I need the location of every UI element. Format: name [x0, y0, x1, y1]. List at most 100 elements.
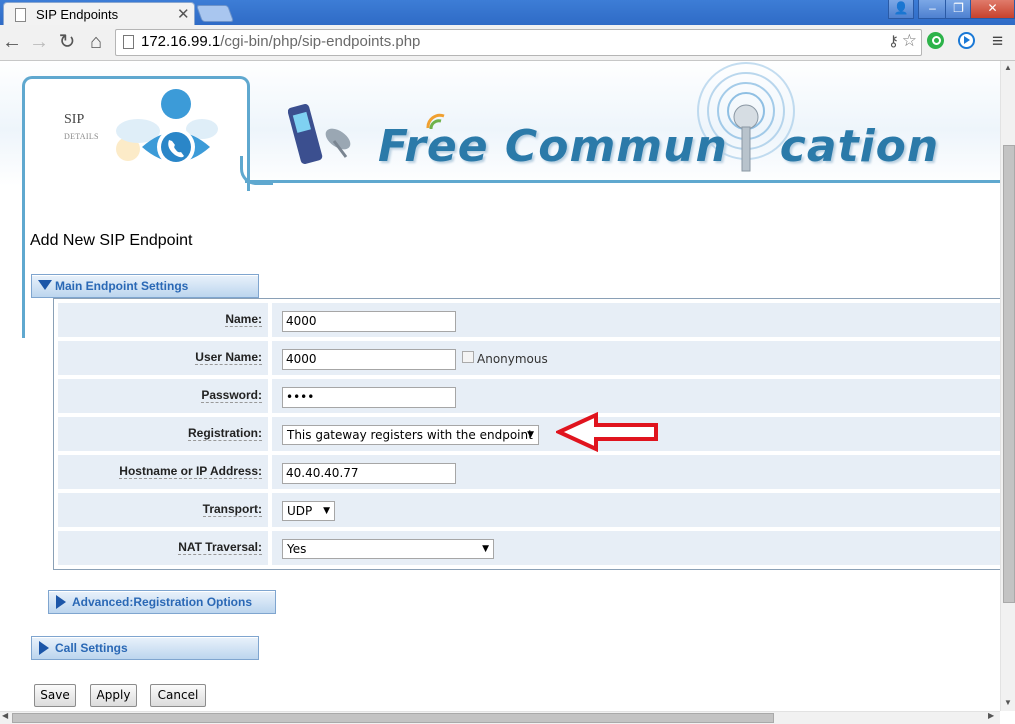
registration-select[interactable]: This gateway registers with the endpoint…	[282, 425, 539, 445]
row-username: User Name: 4000 Anonymous	[58, 341, 1000, 375]
page-viewport: SIP DETAILS Free Commun cation Add New S…	[0, 61, 1000, 711]
scroll-left-icon[interactable]: ◀	[2, 711, 8, 720]
main-settings-panel: Name: 4000 User Name: 4000 Anonymous Pas…	[53, 298, 1000, 570]
label-cell: Password:	[58, 379, 268, 413]
browser-tab[interactable]: SIP Endpoints ✕	[3, 2, 195, 26]
red-arrow-annotation	[556, 411, 658, 453]
brand-right: cation	[779, 121, 940, 172]
browser-tabstrip: SIP Endpoints ✕ 👤 – ❐ ✕	[0, 0, 1015, 26]
name-input[interactable]: 4000	[282, 311, 456, 332]
registration-label: Registration:	[187, 426, 262, 441]
logo-title: SIP	[64, 112, 85, 127]
value-cell: 4000 Anonymous	[272, 341, 1000, 375]
expanded-triangle-icon	[38, 280, 52, 290]
new-tab-button[interactable]	[195, 5, 235, 22]
brand-left: Free Commun	[378, 121, 728, 172]
label-cell: Name:	[58, 303, 268, 337]
label-cell: Hostname or IP Address:	[58, 455, 268, 489]
registration-value: This gateway registers with the endpoint	[287, 428, 533, 442]
url-path: /cgi-bin/php/sip-endpoints.php	[220, 33, 421, 50]
scroll-right-icon[interactable]: ▶	[988, 711, 994, 720]
url-text[interactable]: 172.16.99.1/cgi-bin/php/sip-endpoints.ph…	[141, 33, 420, 50]
banner-divider	[245, 180, 1000, 183]
extension-play-icon[interactable]	[958, 32, 975, 49]
user-profile-button[interactable]: 👤	[888, 0, 914, 19]
hostname-label: Hostname or IP Address:	[119, 464, 262, 479]
page-info-icon[interactable]	[123, 35, 134, 49]
collapsed-triangle-icon	[39, 641, 49, 655]
section-label: Main Endpoint Settings	[55, 279, 189, 293]
username-label: User Name:	[195, 350, 262, 365]
cancel-button[interactable]: Cancel	[150, 684, 206, 707]
hostname-input[interactable]: 40.40.40.77	[282, 463, 456, 484]
nat-select[interactable]: Yes ▼	[282, 539, 494, 559]
username-input[interactable]: 4000	[282, 349, 456, 370]
horizontal-scrollbar[interactable]: ◀ ▶	[0, 711, 1000, 724]
value-cell: Yes ▼	[272, 531, 1000, 565]
browser-toolbar: ← → ↻ ⌂ 172.16.99.1/cgi-bin/php/sip-endp…	[0, 25, 1015, 61]
collapsed-triangle-icon	[56, 595, 66, 609]
value-cell: 4000	[272, 303, 1000, 337]
transport-label: Transport:	[202, 502, 262, 517]
maximize-button[interactable]: ❐	[945, 0, 972, 19]
dropdown-caret-icon: ▼	[323, 506, 330, 516]
header-banner: SIP DETAILS Free Commun cation	[0, 61, 1000, 191]
anonymous-label: Anonymous	[477, 352, 548, 366]
horizontal-scroll-thumb[interactable]	[12, 713, 774, 723]
label-cell: Registration:	[58, 417, 268, 451]
vertical-scrollbar[interactable]: ▲ ▼	[1000, 61, 1015, 711]
key-icon[interactable]: ⚷	[888, 32, 899, 50]
row-password: Password: ••••	[58, 379, 1000, 413]
password-input[interactable]: ••••	[282, 387, 456, 408]
label-cell: NAT Traversal:	[58, 531, 268, 565]
value-cell: ••••	[272, 379, 1000, 413]
anonymous-checkbox[interactable]	[462, 351, 474, 363]
label-cell: User Name:	[58, 341, 268, 375]
logo-subtitle: DETAILS	[64, 132, 99, 141]
section-label: Call Settings	[55, 641, 128, 655]
value-cell: UDP ▼	[272, 493, 1000, 527]
label-cell: Transport:	[58, 493, 268, 527]
bookmark-star-icon[interactable]: ☆	[902, 31, 917, 51]
section-main-endpoint-settings[interactable]: Main Endpoint Settings	[31, 274, 259, 298]
apply-button[interactable]: Apply	[90, 684, 137, 707]
tab-title: SIP Endpoints	[36, 7, 119, 22]
value-cell: 40.40.40.77	[272, 455, 1000, 489]
row-transport: Transport: UDP ▼	[58, 493, 1000, 527]
page-title: Add New SIP Endpoint	[30, 232, 193, 249]
forward-button[interactable]: →	[27, 30, 51, 54]
minimize-button[interactable]: –	[918, 0, 947, 19]
dropdown-caret-icon: ▼	[482, 544, 489, 554]
name-label: Name:	[225, 312, 262, 327]
transport-select[interactable]: UDP ▼	[282, 501, 335, 521]
page-icon	[15, 8, 26, 22]
home-button[interactable]: ⌂	[84, 30, 108, 54]
nat-value: Yes	[287, 542, 307, 556]
row-nat-traversal: NAT Traversal: Yes ▼	[58, 531, 1000, 565]
brand-title: Free Commun cation	[378, 121, 939, 172]
section-advanced-registration[interactable]: Advanced:Registration Options	[48, 590, 276, 614]
extension-green-icon[interactable]	[927, 32, 944, 49]
dropdown-caret-icon: ▼	[527, 430, 534, 440]
save-button[interactable]: Save	[34, 684, 76, 707]
mobile-phone-icon	[288, 104, 351, 164]
reload-button[interactable]: ↻	[55, 30, 79, 54]
close-window-button[interactable]: ✕	[970, 0, 1015, 19]
password-label: Password:	[201, 388, 262, 403]
scroll-down-icon[interactable]: ▼	[1004, 698, 1012, 707]
back-button[interactable]: ←	[0, 30, 24, 54]
section-call-settings[interactable]: Call Settings	[31, 636, 259, 660]
browser-menu-icon[interactable]: ≡	[992, 31, 1003, 53]
left-rail	[22, 186, 25, 338]
tab-close-icon[interactable]: ✕	[177, 5, 190, 23]
vertical-scroll-thumb[interactable]	[1003, 145, 1015, 603]
address-bar[interactable]: 172.16.99.1/cgi-bin/php/sip-endpoints.ph…	[115, 29, 922, 56]
row-registration: Registration: This gateway registers wit…	[58, 417, 1000, 451]
transport-value: UDP	[287, 504, 313, 518]
url-host: 172.16.99.1	[141, 33, 221, 50]
section-label: Advanced:Registration Options	[72, 595, 253, 609]
scroll-up-icon[interactable]: ▲	[1004, 63, 1012, 72]
sip-logo-box: SIP DETAILS	[22, 76, 250, 191]
nat-label: NAT Traversal:	[178, 540, 262, 555]
sip-phone-person-icon	[116, 89, 218, 166]
